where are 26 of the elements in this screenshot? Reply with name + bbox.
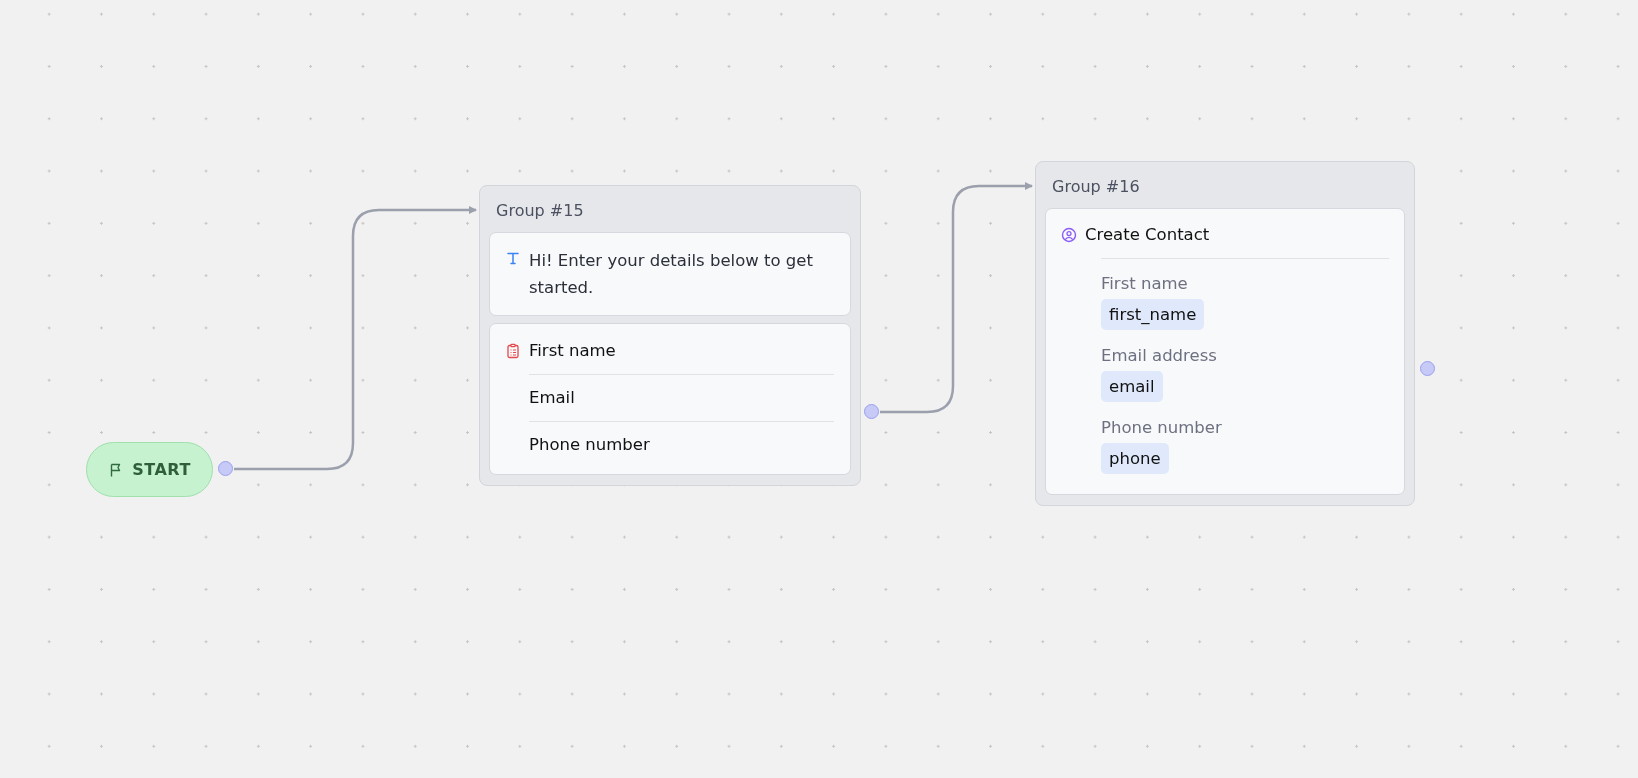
user-circle-icon xyxy=(1061,226,1077,243)
input-label: Phone number xyxy=(529,421,834,454)
input-label: Email xyxy=(529,374,834,407)
variable-tag: phone xyxy=(1101,443,1169,474)
action-block[interactable]: Create Contact First name first_name Email address email Phone number phone xyxy=(1045,208,1405,495)
message-text: Hi! Enter your details below to get started. xyxy=(529,250,814,299)
clipboard-icon xyxy=(505,342,521,359)
input-block[interactable]: First name Email Phone number xyxy=(489,323,851,475)
field-label: Phone number xyxy=(1101,418,1222,437)
variable-tag: email xyxy=(1101,371,1163,402)
group-title: Group #15 xyxy=(495,200,585,222)
action-title: Create Contact xyxy=(1085,225,1210,244)
variable-tag: first_name xyxy=(1101,299,1205,330)
start-label: START xyxy=(132,460,191,479)
group-card[interactable]: Group #16 Create Contact First name first_name Email address email Phone number phone xyxy=(1035,161,1415,506)
connection-port[interactable] xyxy=(864,404,879,419)
connection-port[interactable] xyxy=(1420,361,1435,376)
text-icon xyxy=(505,250,521,266)
input-label: First name xyxy=(529,341,617,360)
text-block[interactable]: Hi! Enter your details below to get started. xyxy=(489,232,851,316)
connection-port[interactable] xyxy=(218,461,233,476)
field-label: First name xyxy=(1101,274,1188,293)
group-card[interactable]: Group #15 Hi! Enter your details below to get started. First name Email Phone number xyxy=(479,185,861,486)
field-label: Email address xyxy=(1101,346,1217,365)
start-node[interactable]: START xyxy=(86,442,213,497)
group-title: Group #16 xyxy=(1051,176,1141,198)
